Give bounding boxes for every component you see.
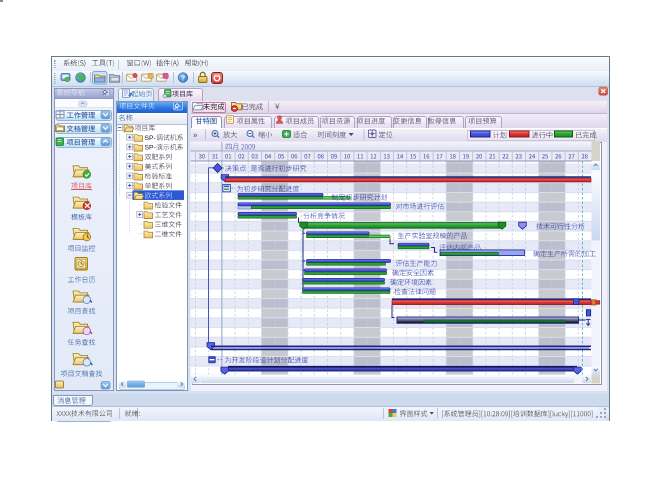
svg-text:SP-: SP- [145, 145, 156, 152]
svg-text:¥: ¥ [274, 103, 280, 112]
svg-text:?: ? [181, 75, 185, 82]
svg-text:SP-: SP- [145, 135, 156, 142]
svg-text:»: » [193, 131, 198, 140]
